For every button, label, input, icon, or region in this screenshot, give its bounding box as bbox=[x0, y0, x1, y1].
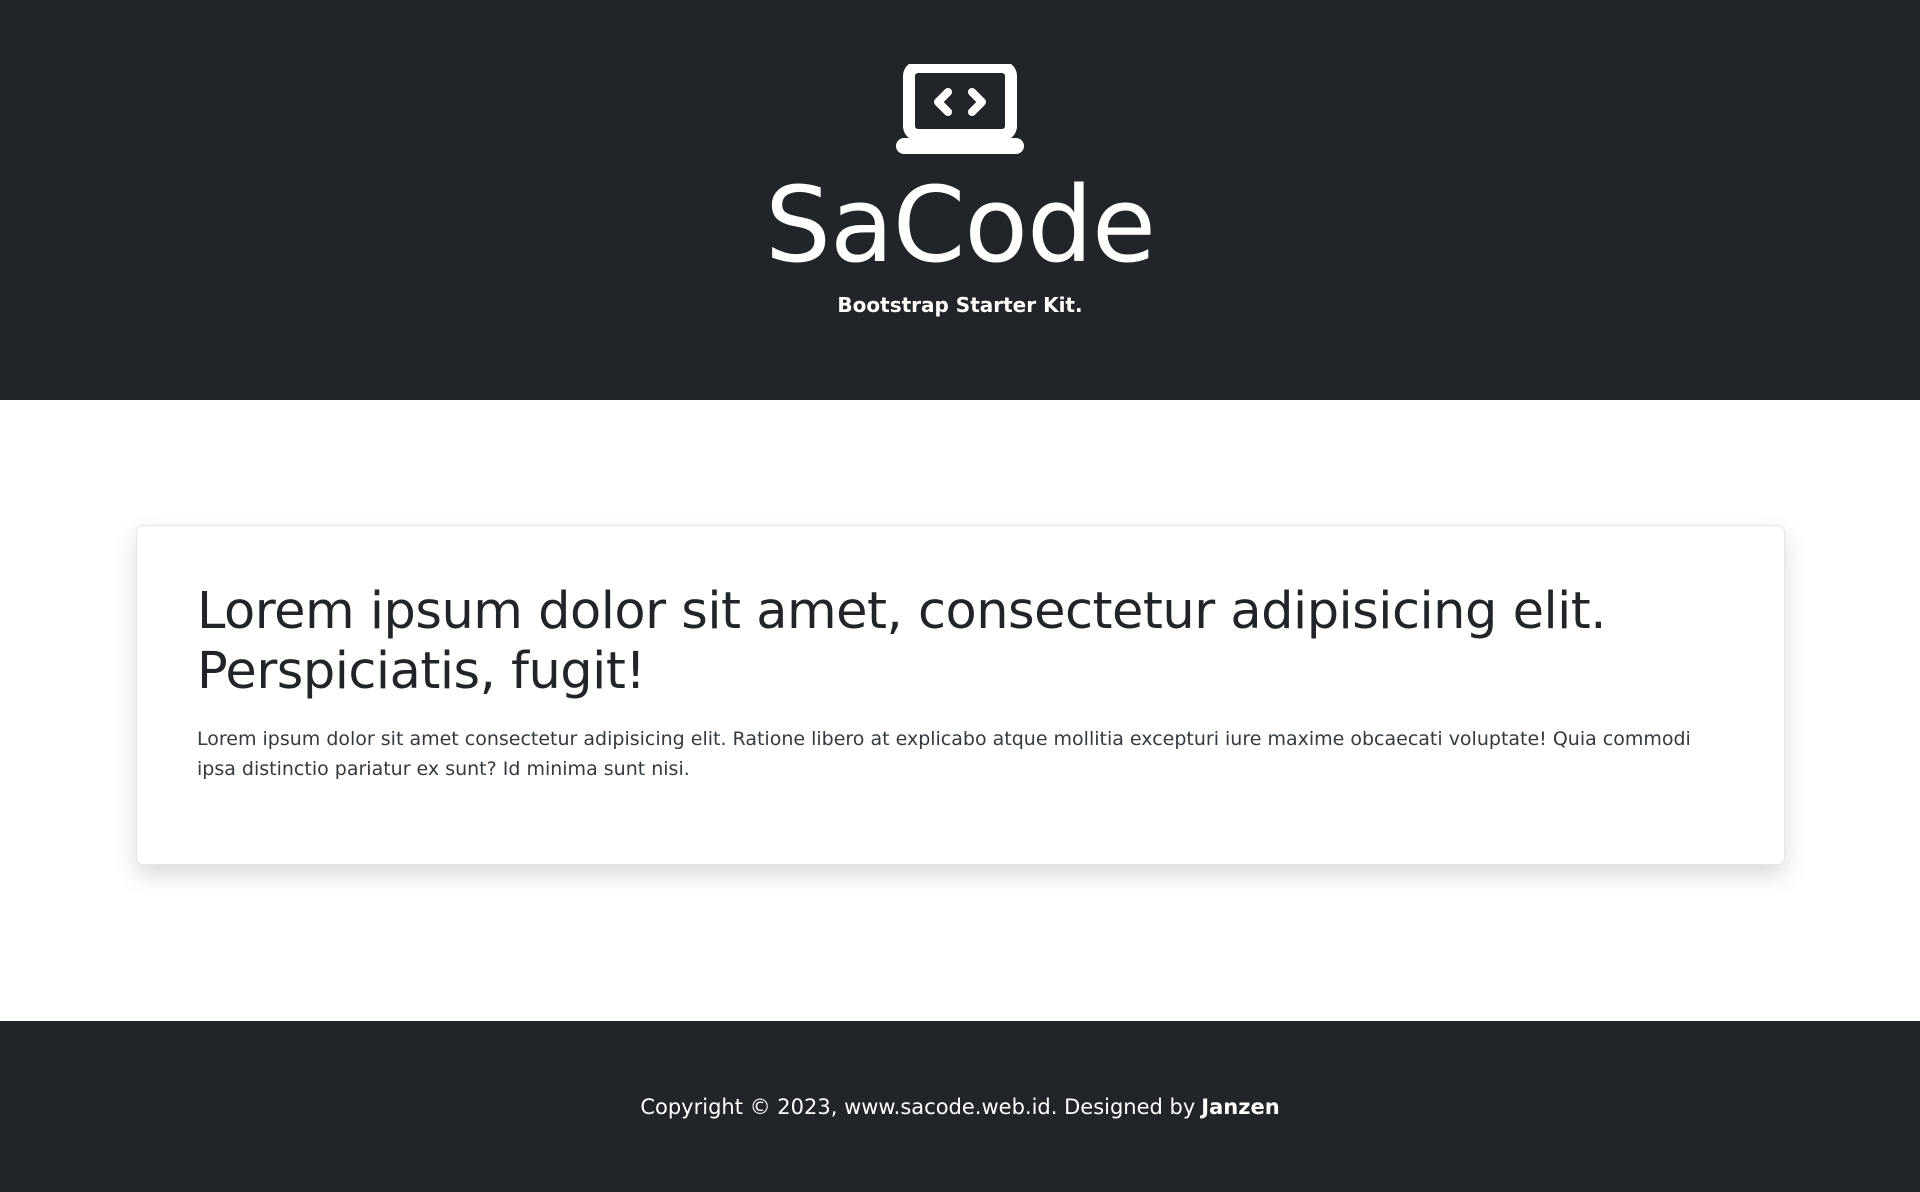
content-card: Lorem ipsum dolor sit amet, consectetur … bbox=[136, 525, 1785, 865]
laptop-code-icon bbox=[896, 64, 1024, 154]
designer-link[interactable]: Janzen bbox=[1201, 1095, 1279, 1119]
footer: Copyright © 2023, www.sacode.web.id. Des… bbox=[0, 1021, 1920, 1192]
brand-title: SaCode bbox=[765, 164, 1156, 286]
card-text: Lorem ipsum dolor sit amet consectetur a… bbox=[197, 728, 1691, 780]
copyright-text: Copyright © 2023, www.sacode.web.id. Des… bbox=[640, 1094, 1196, 1119]
card-title: Lorem ipsum dolor sit amet, consectetur … bbox=[197, 582, 1607, 701]
hero-header: SaCode Bootstrap Starter Kit. bbox=[0, 0, 1920, 400]
tagline: Bootstrap Starter Kit. bbox=[837, 293, 1083, 317]
